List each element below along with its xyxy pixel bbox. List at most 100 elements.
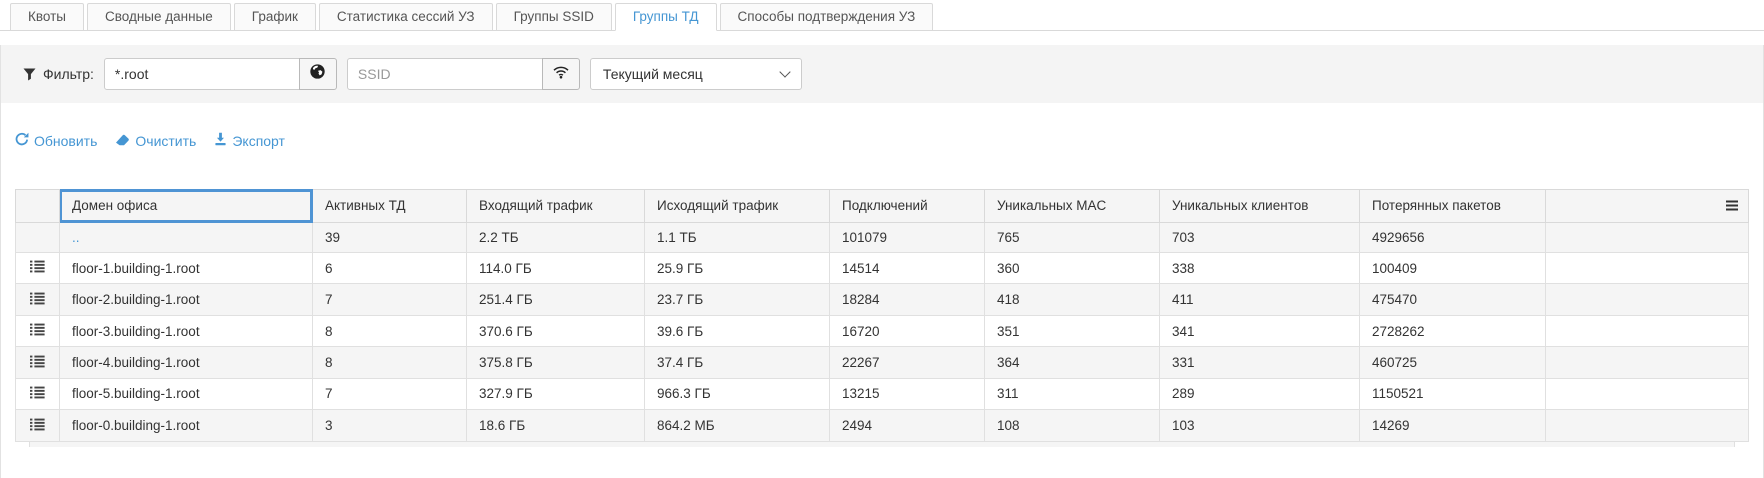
refresh-icon [15,132,29,149]
connections-cell: 18284 [830,284,985,315]
inbound-traffic-cell: 370.6 ГБ [467,315,645,346]
filler-cell [1546,347,1749,378]
list-icon[interactable] [30,355,45,371]
list-icon[interactable] [30,260,45,276]
table-row: floor-2.building-1.root 7 251.4 ГБ 23.7 … [16,284,1749,315]
tab-label: Способы подтверждения УЗ [738,9,916,24]
unique-clients-cell: 289 [1160,378,1360,409]
unique-clients-cell: 103 [1160,410,1360,441]
lost-packets-cell: 475470 [1360,284,1546,315]
row-menu-cell [16,222,60,252]
ssid-filter-button[interactable] [542,58,580,90]
filter-bar: Фильтр: [1,45,1763,103]
row-menu-cell [16,410,60,441]
header-filler-cell [1546,190,1749,223]
refresh-link[interactable]: Обновить [15,132,97,149]
lost-packets-cell: 460725 [1360,347,1546,378]
clear-label: Очистить [135,133,196,149]
unique-mac-cell: 364 [985,347,1160,378]
tab[interactable]: Статистика сессий УЗ [319,3,493,31]
wifi-icon [552,64,570,84]
lost-packets-cell: 2728262 [1360,315,1546,346]
unique-mac-cell: 360 [985,252,1160,283]
domain-cell: floor-4.building-1.root [60,347,313,378]
list-icon[interactable] [30,323,45,339]
row-menu-cell [16,315,60,346]
export-link[interactable]: Экспорт [214,132,285,149]
active-aps-cell: 8 [313,315,467,346]
table-row: floor-4.building-1.root 8 375.8 ГБ 37.4 … [16,347,1749,378]
lost-packets-cell: 4929656 [1360,222,1546,252]
domain-cell: floor-3.building-1.root [60,315,313,346]
inbound-traffic-cell: 375.8 ГБ [467,347,645,378]
tab[interactable]: Сводные данные [87,3,231,31]
unique-mac-cell: 311 [985,378,1160,409]
tab-content-panel: Фильтр: [0,45,1764,478]
connections-cell: 101079 [830,222,985,252]
domain-name: floor-2.building-1.root [72,292,200,307]
filler-cell [1546,378,1749,409]
active-aps-cell: 8 [313,347,467,378]
hamburger-icon[interactable] [1726,199,1738,214]
tab[interactable]: Способы подтверждения УЗ [720,3,934,31]
unique-clients-cell: 331 [1160,347,1360,378]
inbound-traffic-cell: 114.0 ГБ [467,252,645,283]
unique-mac-cell: 351 [985,315,1160,346]
lost-packets-cell: 100409 [1360,252,1546,283]
domain-filter-input[interactable] [104,58,300,90]
filler-cell [1546,410,1749,441]
tab[interactable]: График [234,3,316,31]
unique-clients-cell: 341 [1160,315,1360,346]
lost-packets-cell: 14269 [1360,410,1546,441]
column-header-lost-packets[interactable]: Потерянных пакетов [1360,190,1546,223]
outbound-traffic-cell: 25.9 ГБ [645,252,830,283]
ssid-filter-group [347,58,580,90]
tab[interactable]: Квоты [10,3,84,31]
outbound-traffic-cell: 1.1 ТБ [645,222,830,252]
domain-cell: floor-1.building-1.root [60,252,313,283]
column-header-inbound-traffic[interactable]: Входящий трафик [467,190,645,223]
column-header-outbound-traffic[interactable]: Исходящий трафик [645,190,830,223]
unique-clients-cell: 338 [1160,252,1360,283]
row-menu-cell [16,347,60,378]
domains-table: Домен офиса Активных ТД Входящий трафик … [15,189,1749,447]
list-icon[interactable] [30,418,45,434]
inbound-traffic-cell: 327.9 ГБ [467,378,645,409]
tab-bar: Квоты Сводные данные График Статистика с… [0,0,1764,31]
domain-filter-button[interactable] [299,58,337,90]
header-icon-column [16,190,60,223]
inbound-traffic-cell: 251.4 ГБ [467,284,645,315]
unique-clients-cell: 411 [1160,284,1360,315]
tab[interactable]: Группы ТД [615,3,717,31]
filler-cell [1546,252,1749,283]
connections-cell: 14514 [830,252,985,283]
column-header-connections[interactable]: Подключений [830,190,985,223]
connections-cell: 2494 [830,410,985,441]
column-header-unique-clients[interactable]: Уникальных клиентов [1160,190,1360,223]
unique-mac-cell: 418 [985,284,1160,315]
column-header-active-aps[interactable]: Активных ТД [313,190,467,223]
chevron-down-icon [779,66,790,77]
tab[interactable]: Группы SSID [496,3,612,31]
table-row: floor-5.building-1.root 7 327.9 ГБ 966.3… [16,378,1749,409]
domain-name: floor-5.building-1.root [72,386,200,401]
clear-link[interactable]: Очистить [115,132,196,149]
unique-mac-cell: 108 [985,410,1160,441]
ssid-filter-input[interactable] [347,58,543,90]
domain-name: floor-4.building-1.root [72,355,200,370]
column-header-domain[interactable]: Домен офиса [60,190,313,223]
filler-cell [1546,315,1749,346]
column-header-unique-mac[interactable]: Уникальных MAC [985,190,1160,223]
tab-label: График [252,9,298,24]
globe-icon [309,63,326,85]
list-icon[interactable] [30,292,45,308]
period-select[interactable]: Текущий месяц [590,58,802,90]
parent-domain-link[interactable]: .. [72,230,80,245]
tab-label: Группы SSID [514,9,594,24]
refresh-label: Обновить [34,133,97,149]
domain-cell: .. [60,222,313,252]
funnel-icon [23,68,36,81]
table-row: floor-0.building-1.root 3 18.6 ГБ 864.2 … [16,410,1749,441]
list-icon[interactable] [30,386,45,402]
connections-cell: 16720 [830,315,985,346]
